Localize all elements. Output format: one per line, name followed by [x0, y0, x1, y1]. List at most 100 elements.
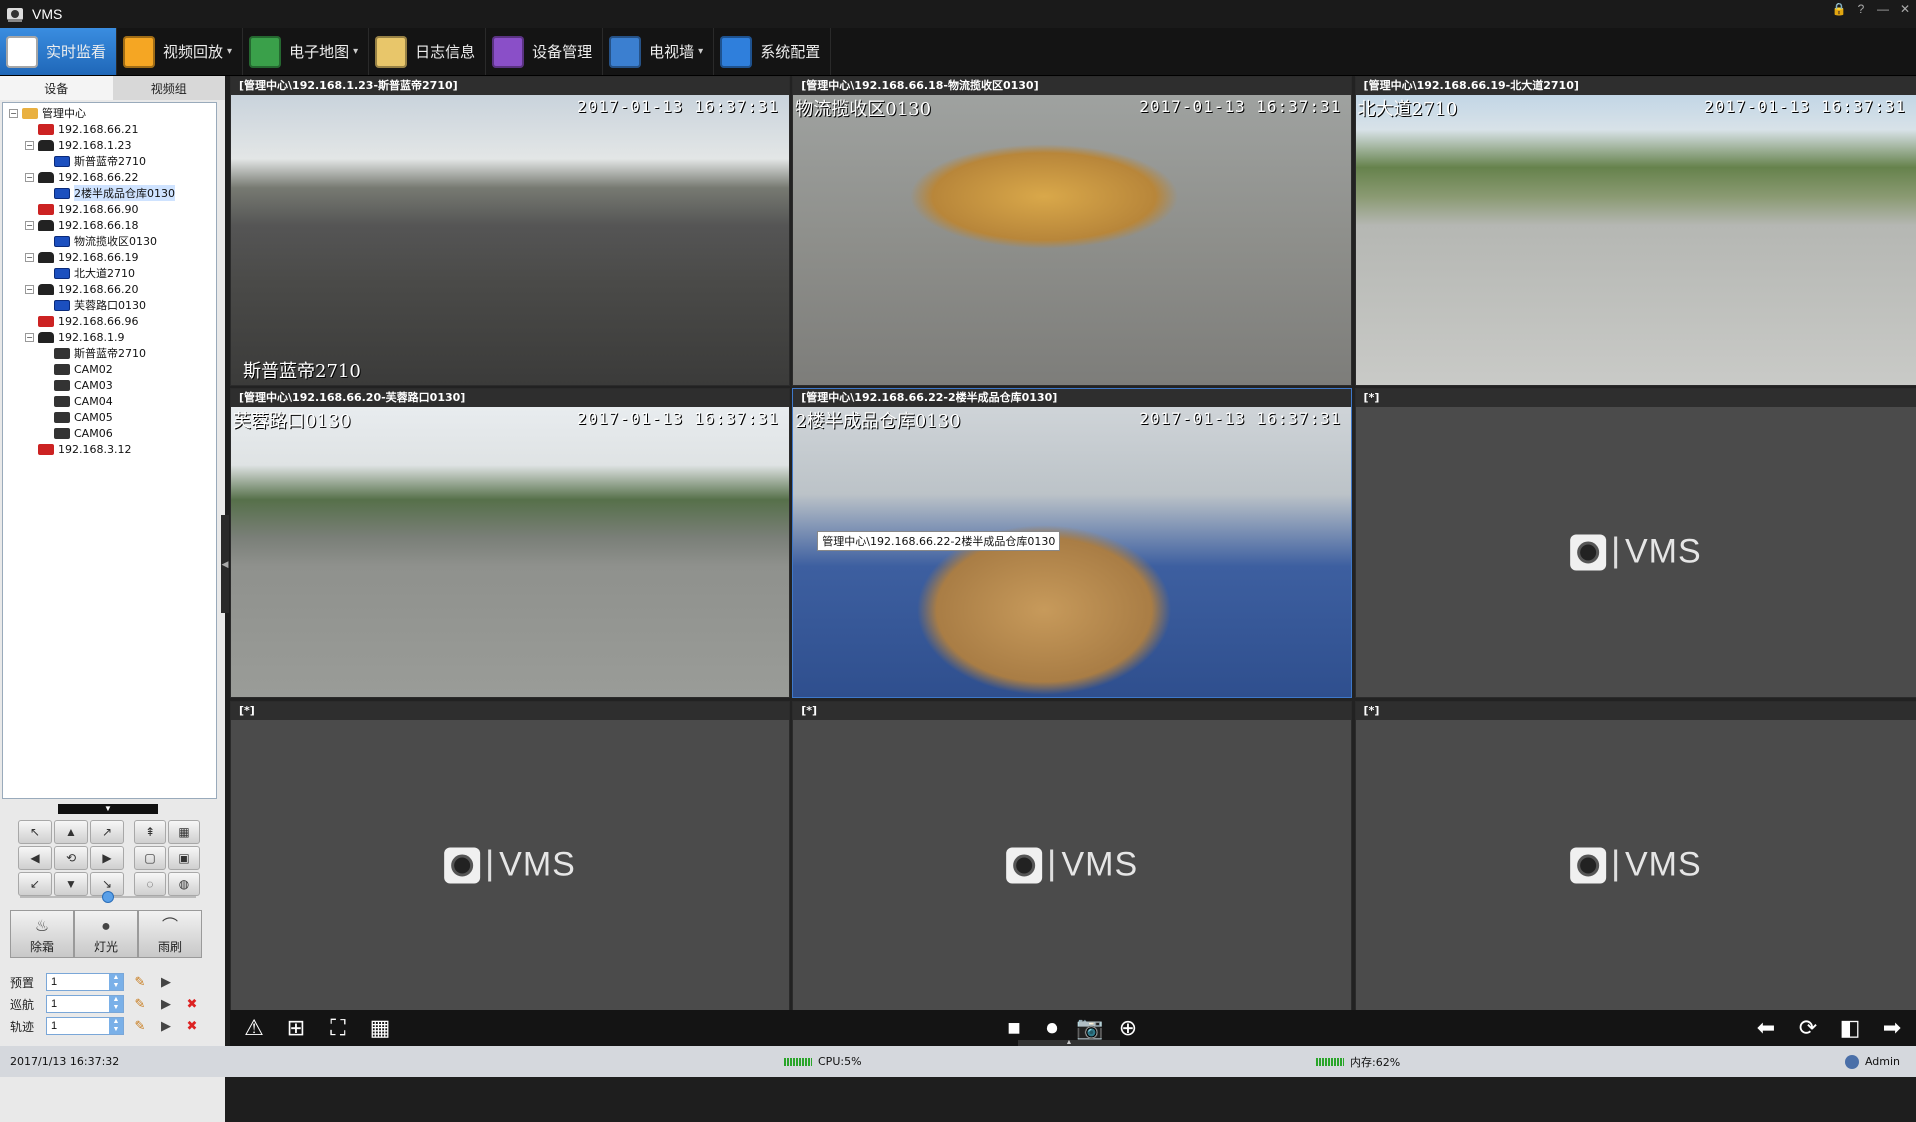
layout-grid-icon[interactable]: ▦ [364, 1014, 396, 1042]
video-cell-empty[interactable]: [*] VMS [1354, 388, 1916, 699]
collapse-toggle-icon[interactable]: − [25, 332, 34, 342]
ptz-number-stepper[interactable]: 1 ▲ ▼ [46, 995, 124, 1013]
menu-item-6[interactable]: 系统配置 [714, 28, 832, 75]
ptz-lens-button[interactable]: ▦ [168, 820, 200, 844]
ptz-direction-button[interactable]: ↖ [18, 820, 52, 844]
current-user[interactable]: Admin [1844, 1054, 1900, 1069]
tree-node[interactable]: CAM06 [3, 425, 216, 441]
video-cell-empty[interactable]: [*] VMS [1354, 700, 1916, 1012]
video-cell-empty[interactable]: [*] VMS [792, 700, 1353, 1012]
menu-item-2[interactable]: 电子地图 ▾ [243, 28, 370, 75]
next-page-icon[interactable]: ➡ [1876, 1014, 1908, 1042]
tab-video-groups[interactable]: 视频组 [113, 76, 226, 100]
ptz-direction-button[interactable]: ▶ [90, 846, 124, 870]
ptz-collapse-handle[interactable]: ▼ [58, 804, 158, 814]
spinner-arrows-icon[interactable]: ▲ ▼ [109, 1018, 123, 1034]
menu-item-3[interactable]: 日志信息 [369, 28, 487, 75]
spinner-arrows-icon[interactable]: ▲ ▼ [109, 974, 123, 990]
ptz-function-button[interactable]: ⌒ 雨刷 [138, 910, 202, 958]
fullscreen-icon[interactable]: ⛶ [322, 1014, 354, 1042]
tree-node[interactable]: − 192.168.66.18 [3, 217, 216, 233]
collapse-toggle-icon[interactable]: − [25, 140, 34, 150]
lock-icon[interactable]: 🔒 [1828, 0, 1850, 18]
help-icon[interactable]: ? [1850, 0, 1872, 18]
tree-node[interactable]: 192.168.66.90 [3, 201, 216, 217]
slider-knob[interactable] [102, 891, 114, 903]
play-icon[interactable]: ▶ [156, 973, 176, 991]
menu-item-1[interactable]: 视频回放 ▾ [117, 28, 244, 75]
ptz-direction-button[interactable]: ↙ [18, 872, 52, 896]
tree-node[interactable]: CAM05 [3, 409, 216, 425]
edit-icon[interactable]: ✎ [130, 1017, 150, 1035]
ptz-lens-button[interactable]: ◌ [134, 872, 166, 896]
collapse-toggle-icon[interactable]: − [25, 252, 34, 262]
refresh-icon[interactable]: ⟳ [1792, 1014, 1824, 1042]
delete-icon[interactable]: ✖ [182, 995, 202, 1013]
tree-node[interactable]: − 192.168.66.19 [3, 249, 216, 265]
tree-node[interactable]: 192.168.66.21 [3, 121, 216, 137]
ptz-function-button[interactable]: ● 灯光 [74, 910, 138, 958]
ptz-speed-slider[interactable] [20, 891, 196, 903]
tree-node[interactable]: 2楼半成品仓库0130 [3, 185, 216, 201]
minimize-icon[interactable]: — [1872, 0, 1894, 18]
zoom-in-icon[interactable]: ⊕ [1112, 1014, 1144, 1042]
video-cell[interactable]: [管理中心\192.168.66.19-北大道2710] 2017-01-13 1… [1354, 76, 1916, 387]
tree-node[interactable]: CAM02 [3, 361, 216, 377]
edit-icon[interactable]: ✎ [130, 995, 150, 1013]
record-icon[interactable]: ⏺ [1036, 1014, 1068, 1042]
tree-node[interactable]: − 管理中心 [3, 105, 216, 121]
device-tree[interactable]: − 管理中心 192.168.66.21−192.168.1.23 斯普蓝帝2710−… [2, 102, 217, 799]
ptz-lens-button[interactable]: ◍ [168, 872, 200, 896]
collapse-toggle-icon[interactable]: − [25, 172, 34, 182]
collapse-toggle-icon[interactable]: − [25, 220, 34, 230]
video-cell-empty[interactable]: [*] VMS [230, 700, 791, 1012]
video-cell[interactable]: [管理中心\192.168.66.22-2楼半成品仓库0130] 2017-01-… [792, 388, 1353, 699]
layout-split-icon[interactable]: ⊞ [280, 1014, 312, 1042]
prev-page-icon[interactable]: ⬅ [1750, 1014, 1782, 1042]
delete-icon[interactable]: ✖ [182, 1017, 202, 1035]
tab-devices[interactable]: 设备 [0, 76, 113, 100]
ptz-lens-button[interactable]: ⇞ [134, 820, 166, 844]
video-cell[interactable]: [管理中心\192.168.66.18-物流揽收区0130] 2017-01-13… [792, 76, 1353, 387]
video-cell[interactable]: [管理中心\192.168.1.23-斯普蓝帝2710] 2017-01-13 1… [230, 76, 791, 387]
ptz-direction-button[interactable]: ↗ [90, 820, 124, 844]
ptz-direction-button[interactable]: ▼ [54, 872, 88, 896]
tree-node[interactable]: 192.168.3.12 [3, 441, 216, 457]
ptz-function-button[interactable]: ♨ 除霜 [10, 910, 74, 958]
panel-splitter[interactable]: ◀ [221, 515, 229, 613]
spinner-arrows-icon[interactable]: ▲ ▼ [109, 996, 123, 1012]
menu-item-0[interactable]: 实时监看 [0, 28, 118, 75]
window-icon[interactable]: ◧ [1834, 1014, 1866, 1042]
video-cell[interactable]: [管理中心\192.168.66.20-芙蓉路口0130] 2017-01-13 … [230, 388, 791, 699]
tree-node[interactable]: CAM04 [3, 393, 216, 409]
tree-node[interactable]: 斯普蓝帝2710 [3, 153, 216, 169]
close-icon[interactable]: ✕ [1894, 0, 1916, 18]
alarm-icon[interactable]: ⚠ [238, 1014, 270, 1042]
stop-all-icon[interactable]: ■ [998, 1014, 1030, 1042]
edit-icon[interactable]: ✎ [130, 973, 150, 991]
tree-node[interactable]: − 192.168.66.20 [3, 281, 216, 297]
tree-node[interactable]: 北大道2710 [3, 265, 216, 281]
tree-node[interactable]: 192.168.66.96 [3, 313, 216, 329]
tree-node[interactable]: − 192.168.1.23 [3, 137, 216, 153]
tree-node[interactable]: 芙蓉路口0130 [3, 297, 216, 313]
ptz-number-stepper[interactable]: 1 ▲ ▼ [46, 973, 124, 991]
menu-item-4[interactable]: 设备管理 [486, 28, 604, 75]
ptz-lens-button[interactable]: ▢ [134, 846, 166, 870]
snapshot-camera-icon[interactable]: 📷 [1074, 1014, 1106, 1042]
collapse-toggle-icon[interactable]: − [25, 284, 34, 294]
ptz-direction-button[interactable]: ◀ [18, 846, 52, 870]
tree-node[interactable]: − 192.168.1.9 [3, 329, 216, 345]
ptz-direction-button[interactable]: ⟲ [54, 846, 88, 870]
collapse-toggle-icon[interactable]: − [9, 108, 18, 118]
ptz-lens-button[interactable]: ▣ [168, 846, 200, 870]
ptz-number-stepper[interactable]: 1 ▲ ▼ [46, 1017, 124, 1035]
menu-item-5[interactable]: 电视墙 ▾ [603, 28, 715, 75]
play-icon[interactable]: ▶ [156, 1017, 176, 1035]
tree-node[interactable]: CAM03 [3, 377, 216, 393]
tree-node[interactable]: − 192.168.66.22 [3, 169, 216, 185]
tree-node[interactable]: 物流揽收区0130 [3, 233, 216, 249]
tree-node[interactable]: 斯普蓝帝2710 [3, 345, 216, 361]
ptz-direction-button[interactable]: ▲ [54, 820, 88, 844]
play-icon[interactable]: ▶ [156, 995, 176, 1013]
